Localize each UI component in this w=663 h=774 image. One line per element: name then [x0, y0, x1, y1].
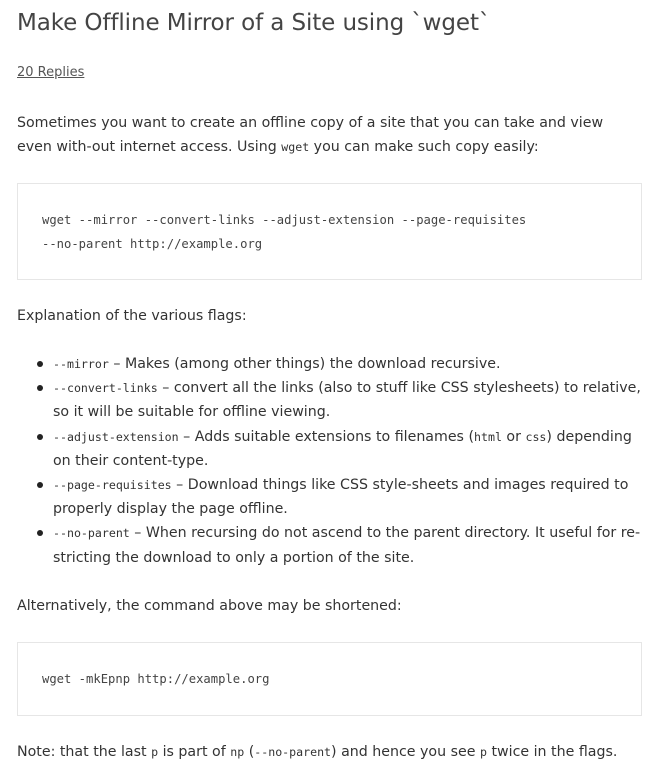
flag-description-2: or: [501, 428, 526, 445]
bullet-icon: [37, 385, 43, 392]
inline-code-no-parent: --no-parent: [254, 744, 332, 759]
replies-link[interactable]: 20 Replies: [17, 65, 84, 80]
flag-description: – When recursing do not ascend to the pa…: [53, 525, 641, 566]
note-text-1: Note: that the last: [17, 743, 152, 760]
post-article: Make Offline Mirror of a Site using `wge…: [17, 0, 642, 764]
code-block-short-command[interactable]: wget -mkEpnp http://example.org: [17, 641, 642, 716]
explanation-heading: Explanation of the various flags:: [17, 308, 247, 324]
list-item-convert-links: --convert-links – convert all the links …: [37, 376, 642, 424]
intro-text-2: you can make such copy easily:: [309, 139, 539, 155]
flag-code: --no-parent: [53, 526, 130, 541]
list-item-no-parent: --no-parent – When recursing do not asce…: [37, 521, 642, 569]
code-line-2: --no-parent http://example.org: [42, 237, 263, 251]
inline-code-html: html: [474, 429, 502, 444]
code-block-full-command[interactable]: wget --mirror --convert-links --adjust-e…: [17, 183, 642, 280]
bullet-icon: [37, 433, 43, 440]
list-item-adjust-extension: --adjust-extension – Adds suitable exten…: [37, 425, 642, 473]
note-text-5: twice in the flags.: [486, 743, 618, 760]
flag-code: --mirror: [53, 357, 109, 371]
alternative-paragraph: Alternatively, the command above may be …: [17, 597, 402, 614]
note-text-4: ) and hence you see: [331, 743, 480, 760]
list-item-page-requisites: --page-requisites – Download things like…: [37, 473, 642, 521]
code-line-1: wget --mirror --convert-links --adjust-e…: [42, 213, 527, 227]
note-text-2: is part of: [158, 743, 231, 760]
code-line-short: wget -mkEpnp http://example.org: [42, 671, 270, 686]
inline-code-css: css: [525, 429, 547, 444]
intro-paragraph: Sometimes you want to create an offline …: [17, 111, 642, 159]
note-text-3: (: [244, 743, 255, 760]
inline-code-p-second: p: [479, 744, 487, 759]
bullet-icon: [37, 482, 43, 489]
flags-list: --mirror – Makes (among other things) th…: [17, 352, 642, 570]
bullet-icon: [37, 361, 43, 367]
flag-code: --adjust-extension: [53, 429, 179, 444]
post-title: Make Offline Mirror of a Site using `wge…: [17, 10, 491, 36]
note-paragraph: Note: that the last p is part of np (--n…: [17, 740, 642, 764]
flag-description-1: – Adds suitable extensions to filenames …: [178, 428, 474, 445]
list-item-mirror: --mirror – Makes (among other things) th…: [37, 352, 642, 376]
flag-description: – Makes (among other things) the downloa…: [108, 356, 501, 372]
bullet-icon: [37, 530, 43, 537]
inline-code-wget: wget: [281, 140, 310, 154]
flag-code: --page-requisites: [53, 478, 172, 493]
replies-meta: 20 Replies: [17, 64, 642, 81]
flag-code: --convert-links: [53, 381, 158, 396]
inline-code-np: np: [230, 744, 245, 759]
